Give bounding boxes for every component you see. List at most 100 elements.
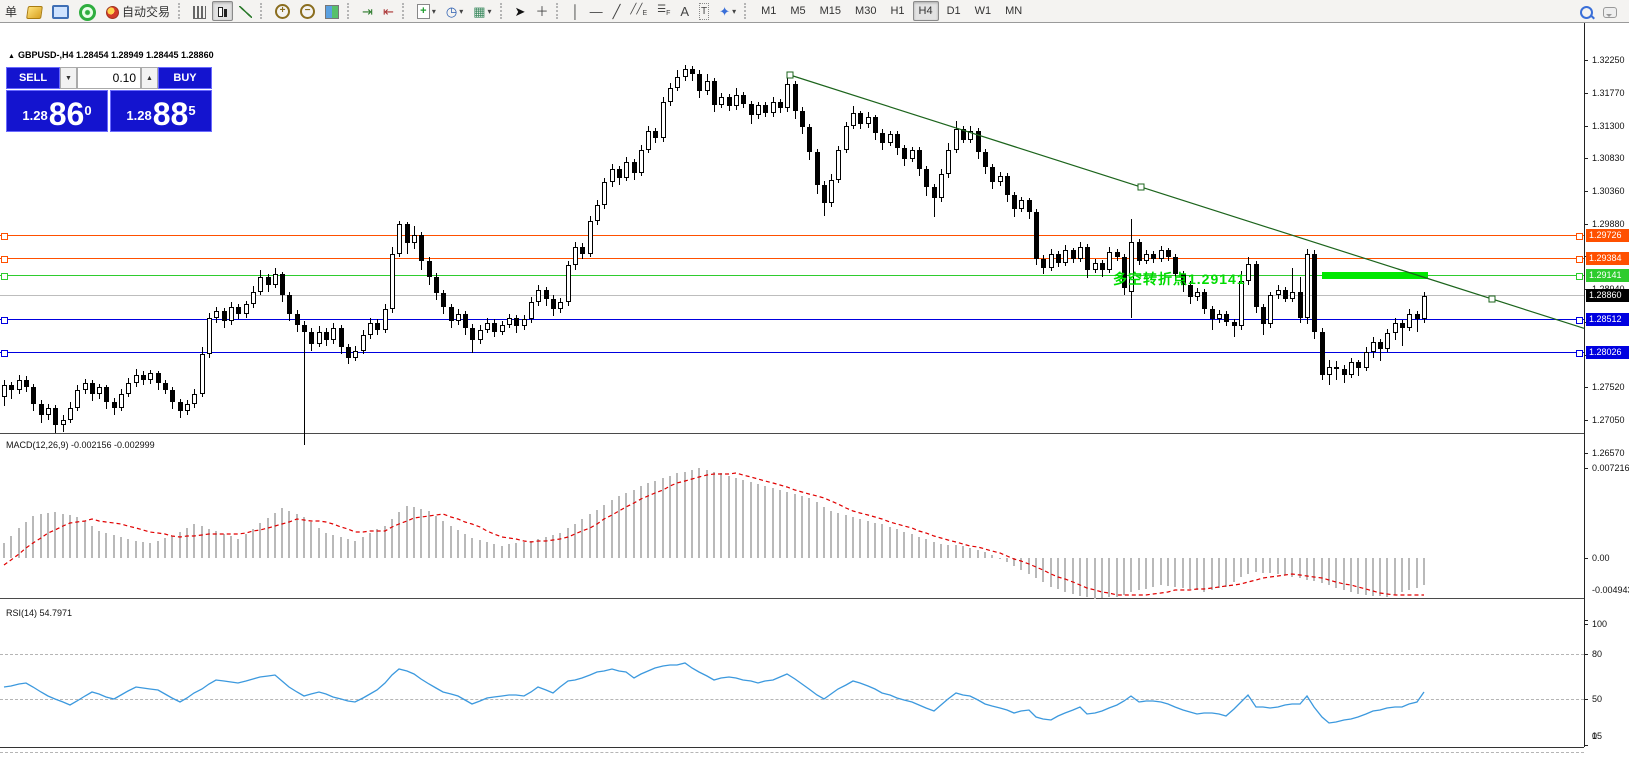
candle xyxy=(1144,254,1149,261)
bar-chart-button[interactable] xyxy=(189,1,210,21)
templates-button[interactable]: ▦▾ xyxy=(469,1,495,21)
horizontal-level-line[interactable] xyxy=(0,258,1584,259)
candle xyxy=(632,162,637,173)
text-label-tool[interactable]: T xyxy=(695,1,713,21)
candle xyxy=(1217,314,1222,319)
search-button[interactable] xyxy=(1576,1,1597,21)
collapse-arrow-icon[interactable]: ▲ xyxy=(8,53,15,60)
macd-histogram-bar xyxy=(1343,558,1345,590)
channel-icon: ╱╱E xyxy=(630,2,647,21)
macd-histogram-bar xyxy=(84,521,86,558)
macd-histogram-bar xyxy=(603,505,605,558)
macd-histogram-bar xyxy=(413,507,415,558)
hline-tool[interactable]: — xyxy=(586,1,607,21)
line-handle[interactable] xyxy=(1,256,8,263)
timeframe-m15[interactable]: M15 xyxy=(814,1,847,21)
volume-decrease-button[interactable]: ▼ xyxy=(60,67,77,89)
candle xyxy=(880,133,885,143)
timeframe-d1[interactable]: D1 xyxy=(941,1,967,21)
candle xyxy=(1415,314,1420,319)
candle xyxy=(46,408,51,415)
candle xyxy=(361,335,366,351)
macd-histogram-bar xyxy=(845,515,847,558)
line-handle[interactable] xyxy=(1,317,8,324)
candle xyxy=(785,84,790,108)
line-handle[interactable] xyxy=(1576,256,1583,263)
timeframe-mn[interactable]: MN xyxy=(999,1,1028,21)
line-handle[interactable] xyxy=(1,350,8,357)
buy-button[interactable]: BUY xyxy=(158,67,212,89)
timeframe-m30[interactable]: M30 xyxy=(849,1,882,21)
macd-histogram-bar xyxy=(274,513,276,558)
chat-button[interactable] xyxy=(1599,1,1621,21)
macd-histogram-bar xyxy=(1094,558,1096,599)
trendline-tool[interactable]: ╱ xyxy=(609,1,625,21)
buy-price[interactable]: 1.28885 xyxy=(110,90,212,132)
zoom-out-button[interactable]: − xyxy=(296,1,319,21)
chart-window[interactable]: ▲GBPUSD-,H4 1.28454 1.28949 1.28445 1.28… xyxy=(0,23,1629,770)
chart-shift-button[interactable]: ⇤ xyxy=(379,1,398,21)
new-order-button[interactable]: 单 xyxy=(1,1,21,21)
sell-price[interactable]: 1.28860 xyxy=(6,90,108,132)
chevron-down-icon: ▾ xyxy=(459,7,463,16)
vline-tool[interactable]: │ xyxy=(567,1,583,21)
candle xyxy=(280,274,285,295)
timeframe-w1[interactable]: W1 xyxy=(969,1,998,21)
candle xyxy=(917,150,922,169)
periods-button[interactable]: ◷▾ xyxy=(442,1,467,21)
timeframe-h4[interactable]: H4 xyxy=(913,1,939,21)
line-handle[interactable] xyxy=(1,233,8,240)
timeframe-h1[interactable]: H1 xyxy=(884,1,910,21)
candle xyxy=(236,307,241,314)
time-axis[interactable] xyxy=(0,747,1584,770)
new-chart-button[interactable]: +▾ xyxy=(413,1,440,21)
macd-histogram-bar xyxy=(384,526,386,558)
signals-icon[interactable] xyxy=(75,1,100,21)
macd-histogram-bar xyxy=(1013,558,1015,566)
sell-button[interactable]: SELL xyxy=(6,67,60,89)
line-handle[interactable] xyxy=(1576,350,1583,357)
macd-histogram-bar xyxy=(1306,558,1308,580)
macd-histogram-bar xyxy=(1291,558,1293,577)
price-tick-mark xyxy=(1584,453,1588,454)
volume-input[interactable]: 0.10 xyxy=(77,67,141,89)
macd-histogram-bar xyxy=(881,524,883,558)
history-center-icon[interactable] xyxy=(23,1,46,21)
line-chart-button[interactable] xyxy=(235,1,256,21)
horizontal-level-line[interactable] xyxy=(0,235,1584,236)
auto-scroll-button[interactable]: ⇥ xyxy=(358,1,377,21)
candle xyxy=(339,328,344,347)
channel-tool[interactable]: ╱╱E xyxy=(626,1,651,21)
line-handle[interactable] xyxy=(1,273,8,280)
timeframe-m1[interactable]: M1 xyxy=(755,1,782,21)
candle xyxy=(31,387,36,404)
candle xyxy=(97,387,102,394)
autotrade-button[interactable]: 自动交易 xyxy=(102,1,174,21)
candlestick-chart-button[interactable] xyxy=(212,1,233,21)
market-watch-icon[interactable] xyxy=(48,1,73,21)
cursor-tool[interactable]: ➤ xyxy=(511,1,530,21)
candle xyxy=(251,292,256,304)
text-tool[interactable]: A xyxy=(676,1,693,21)
candle xyxy=(207,318,212,354)
level-highlight-bar xyxy=(1322,272,1428,279)
line-handle[interactable] xyxy=(1576,233,1583,240)
zoom-in-button[interactable]: + xyxy=(271,1,294,21)
timeframe-m5[interactable]: M5 xyxy=(784,1,811,21)
candle xyxy=(1063,250,1068,263)
tile-windows-button[interactable] xyxy=(321,1,343,21)
crosshair-tool[interactable]: ＋ xyxy=(531,1,552,21)
candle xyxy=(134,375,139,383)
macd-histogram-bar xyxy=(545,537,547,558)
macd-histogram-bar xyxy=(947,545,949,558)
timeframe-bar: M1M5M15M30H1H4D1W1MN xyxy=(754,1,1029,21)
trendline-icon: ╱ xyxy=(613,4,621,19)
line-handle[interactable] xyxy=(1576,273,1583,280)
horizontal-level-line[interactable] xyxy=(0,352,1584,353)
arrows-tool[interactable]: ✦▾ xyxy=(715,1,740,21)
fibonacci-tool[interactable]: ☰F xyxy=(653,1,674,21)
horizontal-level-line[interactable] xyxy=(0,319,1584,320)
volume-increase-button[interactable]: ▲ xyxy=(141,67,158,89)
line-handle[interactable] xyxy=(1576,317,1583,324)
candle xyxy=(558,302,563,309)
